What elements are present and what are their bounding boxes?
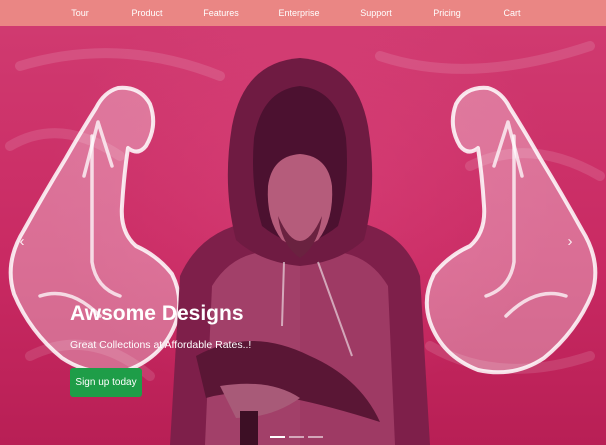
carousel-indicator-3[interactable] [308,436,323,438]
hero-carousel: ‹ › Awsome Designs Great Collections at … [0,26,606,445]
carousel-indicator-2[interactable] [289,436,304,438]
sign-up-button[interactable]: Sign up today [70,368,142,397]
nav-link-features[interactable]: Features [203,0,239,26]
hooded-person-figure [170,58,430,445]
carousel-indicator-1[interactable] [270,436,285,438]
nav-link-cart[interactable]: Cart [503,0,520,26]
chevron-right-icon: › [567,233,573,250]
nav-link-enterprise[interactable]: Enterprise [278,0,319,26]
nav-link-pricing[interactable]: Pricing [433,0,461,26]
nav-link-tour[interactable]: Tour [71,0,89,26]
chevron-left-icon: ‹ [19,233,25,250]
nav-link-product[interactable]: Product [131,0,162,26]
carousel-next-arrow[interactable]: › [563,232,577,252]
carousel-prev-arrow[interactable]: ‹ [15,232,29,252]
top-navbar: Tour Product Features Enterprise Support… [0,0,606,26]
nav-link-support[interactable]: Support [360,0,392,26]
hero-subtitle: Great Collections at Affordable Rates..! [70,339,252,351]
carousel-indicators [270,436,324,440]
hero-title: Awsome Designs [70,302,244,325]
